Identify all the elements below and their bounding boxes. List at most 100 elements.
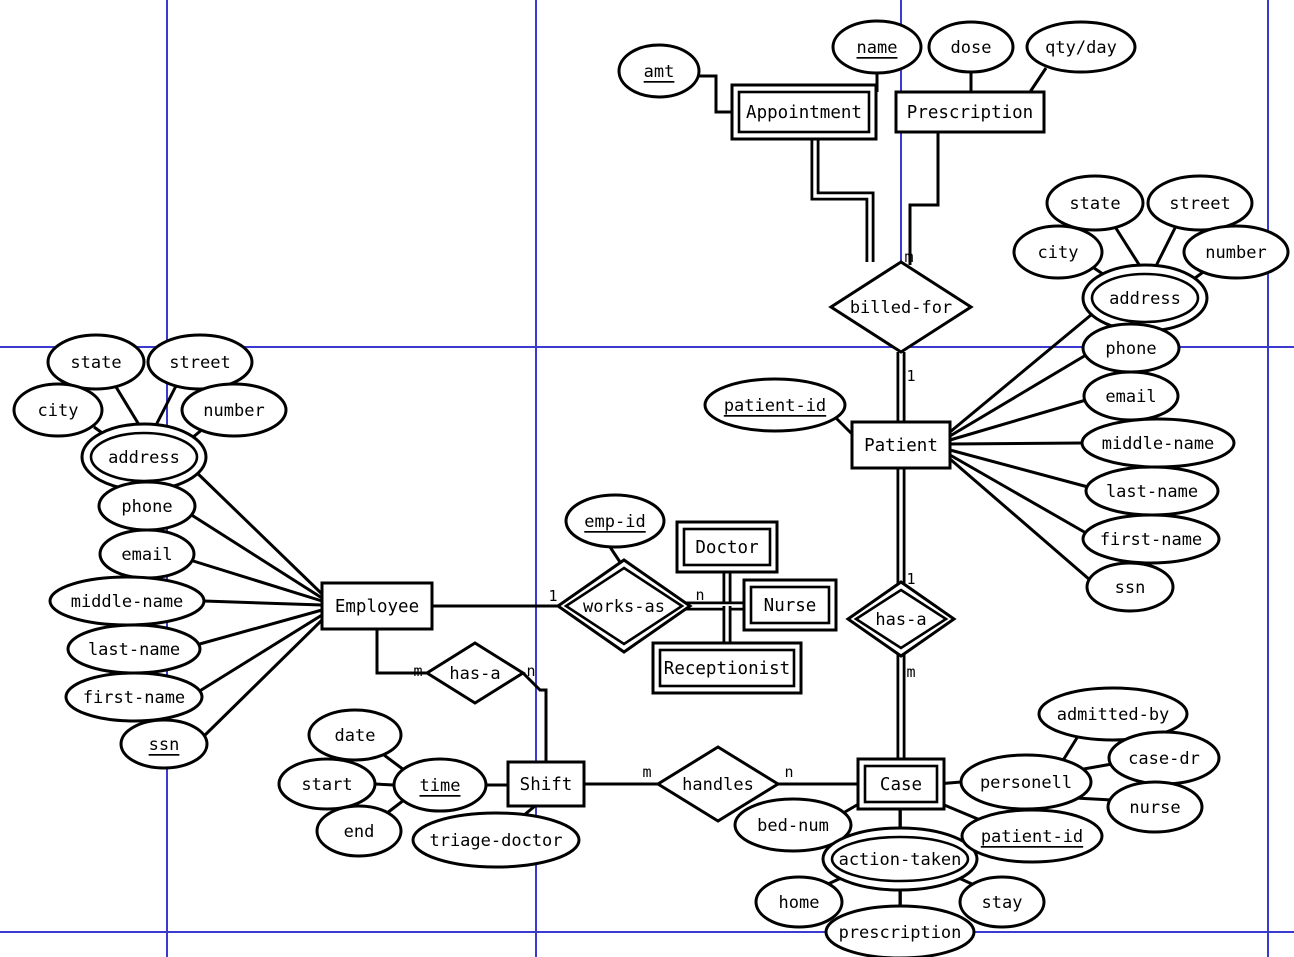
p-number-label: number xyxy=(1205,243,1266,263)
er-diagram-svg: Appointment Prescription Patient Employee Do… xyxy=(0,0,1294,957)
time-label: time xyxy=(420,776,461,796)
e-number-label: number xyxy=(203,401,264,421)
relationship-has-a-employee-shift[interactable]: has-a xyxy=(424,641,526,705)
relationship-has-a-patient-case[interactable]: has-a xyxy=(845,580,957,658)
home-label: home xyxy=(779,893,820,913)
attribute-e-state[interactable]: state xyxy=(46,333,146,391)
e-phone-label: phone xyxy=(121,497,172,517)
bed-num-label: bed-num xyxy=(757,816,829,836)
attribute-amt[interactable]: amt xyxy=(617,43,701,99)
cardinality-has-a-case-bottom: m xyxy=(906,663,915,681)
entity-appointment[interactable]: Appointment xyxy=(730,83,878,141)
attribute-e-ssn[interactable]: ssn xyxy=(119,718,209,770)
entity-employee[interactable]: Employee xyxy=(320,581,434,631)
attribute-patient-id-left[interactable]: patient-id xyxy=(703,377,847,433)
prescription-attr-label: prescription xyxy=(839,923,962,943)
attribute-p-email[interactable]: email xyxy=(1082,370,1180,422)
employee-label: Employee xyxy=(335,597,419,617)
attribute-p-address[interactable]: address xyxy=(1081,263,1209,333)
attribute-e-number[interactable]: number xyxy=(180,382,288,438)
attribute-stay[interactable]: stay xyxy=(958,875,1046,929)
attribute-e-phone[interactable]: phone xyxy=(97,480,197,532)
attribute-e-middle-name[interactable]: middle-name xyxy=(48,575,206,627)
nurse_ent-label: Nurse xyxy=(764,596,817,616)
p-ssn-label: ssn xyxy=(1115,578,1146,598)
p-middle-name-label: middle-name xyxy=(1102,434,1215,454)
attribute-end[interactable]: end xyxy=(315,804,403,858)
p-phone-label: phone xyxy=(1105,339,1156,359)
doctor-label: Doctor xyxy=(695,538,758,558)
attribute-e-address[interactable]: address xyxy=(80,422,208,492)
attribute-p-street[interactable]: street xyxy=(1146,174,1254,232)
end-label: end xyxy=(344,822,375,842)
personell-label: personell xyxy=(980,773,1072,793)
entity-case[interactable]: Case xyxy=(856,757,946,811)
dose-label: dose xyxy=(951,38,992,58)
attribute-presc-name[interactable]: name xyxy=(831,19,923,75)
relationship-billed-for[interactable]: billed-for xyxy=(828,260,974,354)
attribute-start[interactable]: start xyxy=(277,757,377,811)
action-taken-label: action-taken xyxy=(839,850,962,870)
cardinality-billed-for-top: m xyxy=(904,248,913,266)
e-ssn-label: ssn xyxy=(149,735,180,755)
attribute-case-dr[interactable]: case-dr xyxy=(1107,730,1221,786)
attribute-triage-doctor[interactable]: triage-doctor xyxy=(411,811,581,869)
attribute-p-city[interactable]: city xyxy=(1012,224,1104,280)
edge-eemail-employee xyxy=(189,558,323,603)
entity-shift[interactable]: Shift xyxy=(506,760,586,808)
p-last-name-label: last-name xyxy=(1106,482,1198,502)
cardinality-handles-left: m xyxy=(642,763,651,781)
attribute-p-phone[interactable]: phone xyxy=(1081,322,1181,374)
entity-doctor[interactable]: Doctor xyxy=(675,520,779,574)
p-street-label: street xyxy=(1169,194,1230,214)
nurse-attr-label: nurse xyxy=(1129,798,1180,818)
attribute-p-last-name[interactable]: last-name xyxy=(1084,465,1220,517)
edge-start-time xyxy=(374,782,395,787)
attribute-nurse-attr[interactable]: nurse xyxy=(1106,780,1204,834)
entity-prescription_ent[interactable]: Prescription xyxy=(894,90,1046,134)
attribute-qty-day[interactable]: qty/day xyxy=(1025,20,1137,74)
handles-label: handles xyxy=(682,775,754,795)
attribute-personell[interactable]: personell xyxy=(959,753,1093,811)
has-a-employee-shift-label: has-a xyxy=(449,664,500,684)
cardinality-works-as-right: n xyxy=(695,586,704,604)
entity-nurse_ent[interactable]: Nurse xyxy=(742,578,838,632)
e-last-name-label: last-name xyxy=(88,640,180,660)
attribute-home[interactable]: home xyxy=(754,875,844,929)
attribute-p-middle-name[interactable]: middle-name xyxy=(1080,417,1236,469)
emp-id-label: emp-id xyxy=(584,512,645,532)
p-city-label: city xyxy=(1038,243,1079,263)
attribute-e-city[interactable]: city xyxy=(12,382,104,438)
date-label: date xyxy=(335,726,376,746)
attribute-action-taken[interactable]: action-taken xyxy=(821,826,979,892)
attribute-e-last-name[interactable]: last-name xyxy=(66,623,202,675)
entity-receptionist[interactable]: Receptionist xyxy=(651,641,803,695)
attribute-e-first-name[interactable]: first-name xyxy=(64,671,204,723)
triage-doctor-label: triage-doctor xyxy=(429,831,562,851)
attribute-time[interactable]: time xyxy=(392,757,488,813)
attribute-e-email[interactable]: email xyxy=(98,528,196,580)
edge-ephone-employee xyxy=(189,512,323,600)
relationship-works-as[interactable]: works-as xyxy=(555,558,693,654)
attribute-date[interactable]: date xyxy=(307,708,403,762)
attribute-p-number[interactable]: number xyxy=(1182,224,1290,280)
attribute-p-state[interactable]: state xyxy=(1045,174,1145,232)
edge-prescription-billedfor xyxy=(908,132,940,265)
attribute-patient-id-case[interactable]: patient-id xyxy=(960,808,1104,864)
attribute-dose[interactable]: dose xyxy=(927,20,1015,74)
attribute-e-street[interactable]: street xyxy=(146,333,254,391)
cardinality-works-as-left: 1 xyxy=(548,587,557,605)
attribute-p-ssn[interactable]: ssn xyxy=(1085,561,1175,613)
e-state-label: state xyxy=(70,353,121,373)
attribute-emp-id[interactable]: emp-id xyxy=(564,493,666,549)
edge-hasa2-shift xyxy=(521,671,548,762)
p-state-label: state xyxy=(1069,194,1120,214)
entity-patient[interactable]: Patient xyxy=(850,420,952,470)
er-diagram-canvas: Appointment Prescription Patient Employee Do… xyxy=(0,0,1294,957)
edge-appointment-billedfor-inner xyxy=(813,132,872,262)
attribute-p-first-name[interactable]: first-name xyxy=(1081,513,1221,565)
p-email-label: email xyxy=(1105,387,1156,407)
attribute-prescription-attr[interactable]: prescription xyxy=(824,904,976,957)
appointment-label: Appointment xyxy=(746,103,862,123)
amt-label: amt xyxy=(644,62,675,82)
